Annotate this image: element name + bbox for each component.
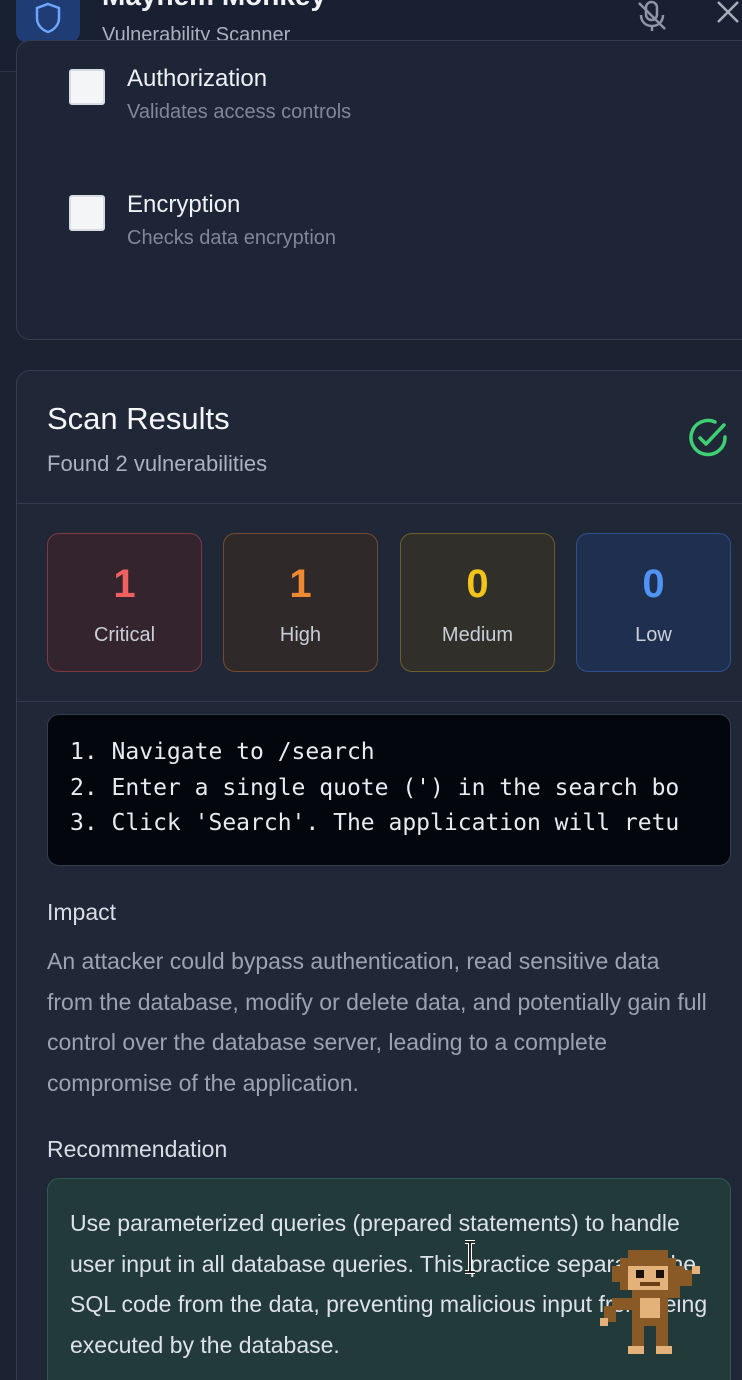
mic-off-icon bbox=[638, 0, 666, 31]
scan-type-description: Checks data encryption bbox=[127, 227, 337, 249]
results-title: Scan Results bbox=[47, 401, 230, 436]
impact-heading: Impact bbox=[47, 899, 117, 925]
shield-icon bbox=[35, 2, 61, 34]
severity-count: 1 bbox=[289, 562, 312, 606]
close-icon bbox=[717, 1, 739, 23]
encryption-checkbox[interactable] bbox=[69, 195, 105, 231]
mute-mic-button[interactable] bbox=[634, 0, 670, 34]
severity-high: 1 High bbox=[223, 533, 378, 672]
scan-types-card: Authorization Validates access controls … bbox=[16, 40, 742, 340]
scan-type-title: Authorization bbox=[127, 65, 268, 92]
impact-text: An attacker could bypass authentication,… bbox=[47, 948, 707, 1096]
scan-type-description: Validates access controls bbox=[127, 101, 352, 123]
step-line: 2. Enter a single quote (') in the searc… bbox=[70, 775, 680, 801]
severity-low: 0 Low bbox=[576, 533, 731, 672]
recommendation-heading: Recommendation bbox=[47, 1136, 228, 1162]
severity-label: Low bbox=[635, 624, 672, 646]
divider bbox=[17, 503, 742, 504]
text-cursor-icon bbox=[465, 1240, 475, 1274]
severity-count: 1 bbox=[113, 562, 136, 606]
reproduction-steps: 1. Navigate to /search 2. Enter a single… bbox=[47, 714, 731, 866]
monkey-mascot-icon[interactable] bbox=[596, 1250, 704, 1354]
scan-type-title: Encryption bbox=[127, 191, 241, 218]
app-logo bbox=[16, 0, 80, 42]
authorization-checkbox[interactable] bbox=[69, 69, 105, 105]
check-circle-icon bbox=[689, 418, 727, 457]
step-line: 1. Navigate to /search bbox=[70, 739, 375, 765]
severity-label: High bbox=[279, 624, 322, 646]
severity-medium: 0 Medium bbox=[400, 533, 555, 672]
results-subtitle: Found 2 vulnerabilities bbox=[47, 451, 268, 476]
step-line: 3. Click 'Search'. The application will … bbox=[70, 810, 680, 836]
close-button[interactable] bbox=[712, 0, 742, 30]
severity-count: 0 bbox=[642, 562, 665, 606]
severity-label: Medium bbox=[441, 624, 514, 646]
severity-label: Critical bbox=[93, 624, 156, 646]
severity-critical: 1 Critical bbox=[47, 533, 202, 672]
app-title: Mayhem Monkey bbox=[102, 0, 326, 12]
scan-results-card: Scan Results Found 2 vulnerabilities 1 C… bbox=[16, 370, 742, 1380]
severity-count: 0 bbox=[466, 562, 489, 606]
divider bbox=[17, 701, 742, 702]
